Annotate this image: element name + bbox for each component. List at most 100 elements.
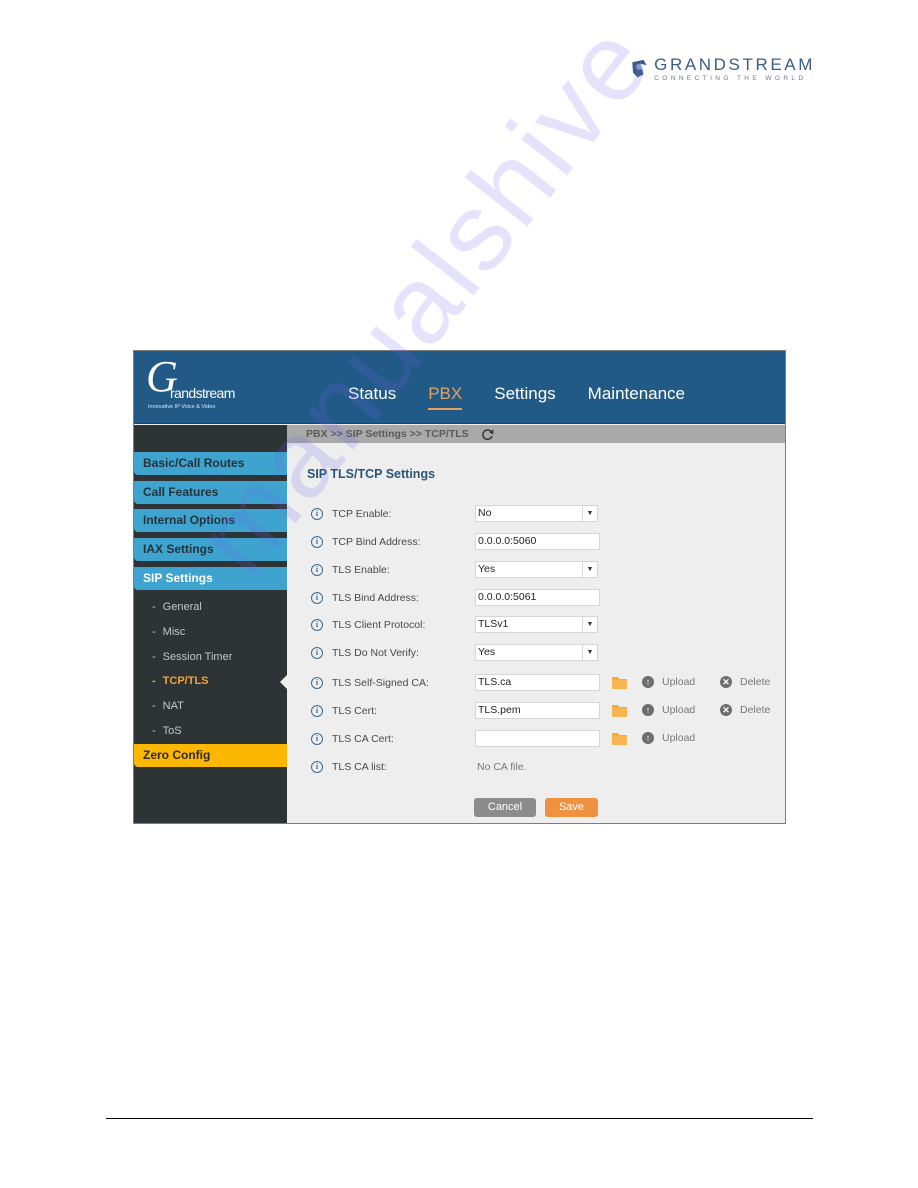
- tls-enable-select[interactable]: Yes ▼: [475, 561, 598, 578]
- cancel-button[interactable]: Cancel: [474, 798, 536, 817]
- subitem-label: General: [162, 601, 202, 613]
- tcp-bind-address-input[interactable]: 0.0.0.0:5060: [475, 533, 600, 550]
- info-icon[interactable]: i: [311, 733, 323, 745]
- upload-icon: ↑: [642, 676, 654, 688]
- field-row-tls-self-signed-ca: i TLS Self-Signed CA: TLS.ca ↑ Upload ✕ De…: [311, 674, 781, 694]
- upload-icon: ↑: [642, 732, 654, 744]
- field-row-tcp-enable: i TCP Enable: No ▼: [311, 505, 781, 525]
- upload-label: Upload: [662, 704, 696, 716]
- sidebar-subitem-tcp-tls[interactable]: - TCP/TLS: [152, 675, 209, 687]
- tls-cert-input[interactable]: TLS.pem: [475, 702, 600, 719]
- delete-label: Delete: [740, 704, 771, 716]
- top-header: G randstream Innovative IP Voice & Video…: [134, 351, 785, 424]
- grandstream-brand-logo: GRANDSTREAM CONNECTING THE WORLD: [630, 52, 815, 86]
- chevron-down-icon[interactable]: ▼: [582, 506, 597, 521]
- subitem-label: NAT: [162, 700, 184, 712]
- folder-icon[interactable]: [612, 704, 627, 717]
- delete-button[interactable]: ✕ Delete: [720, 676, 770, 688]
- field-row-tls-bind-address: i TLS Bind Address: 0.0.0.0:5061: [311, 589, 781, 609]
- chevron-down-icon[interactable]: ▼: [582, 617, 597, 632]
- tls-ca-cert-input[interactable]: [475, 730, 600, 747]
- info-icon[interactable]: i: [311, 536, 323, 548]
- subitem-label: TCP/TLS: [162, 675, 209, 687]
- info-icon[interactable]: i: [311, 619, 323, 631]
- folder-icon[interactable]: [612, 732, 627, 745]
- field-row-tls-client-protocol: i TLS Client Protocol: TLSv1 ▼: [311, 616, 781, 636]
- delete-label: Delete: [740, 676, 771, 688]
- field-label: TLS CA Cert:: [332, 733, 394, 745]
- upload-label: Upload: [662, 676, 696, 688]
- refresh-icon[interactable]: [481, 428, 494, 441]
- field-label: TLS Bind Address:: [332, 592, 419, 604]
- sidebar-subitem-session-timer[interactable]: - Session Timer: [152, 651, 232, 663]
- dash-glyph: -: [152, 601, 156, 613]
- info-icon[interactable]: i: [311, 564, 323, 576]
- dash-glyph: -: [152, 700, 156, 712]
- field-label: TLS Enable:: [332, 564, 390, 576]
- tls-ca-list-value: No CA file.: [477, 761, 527, 773]
- app-logo: G randstream Innovative IP Voice & Video: [146, 355, 236, 415]
- select-value: TLSv1: [478, 618, 509, 630]
- grandstream-logo-icon: [632, 59, 647, 78]
- info-icon[interactable]: i: [311, 677, 323, 689]
- footer-divider: [106, 1118, 813, 1119]
- field-row-tls-ca-cert: i TLS CA Cert: ↑ Upload: [311, 730, 781, 750]
- dash-glyph: -: [152, 725, 156, 737]
- chevron-down-icon[interactable]: ▼: [582, 562, 597, 577]
- active-item-pointer: [280, 675, 287, 689]
- subitem-label: ToS: [162, 725, 182, 737]
- upload-button[interactable]: ↑ Upload: [642, 704, 695, 716]
- nav-settings[interactable]: Settings: [494, 384, 555, 404]
- field-label: TLS Do Not Verify:: [332, 647, 419, 659]
- dash-glyph: -: [152, 651, 156, 663]
- info-icon[interactable]: i: [311, 705, 323, 717]
- nav-pbx[interactable]: PBX: [428, 384, 463, 410]
- sidebar-subitem-misc[interactable]: - Misc: [152, 626, 185, 638]
- subitem-label: Misc: [162, 626, 186, 638]
- save-button[interactable]: Save: [545, 798, 598, 817]
- field-label: TLS Self-Signed CA:: [332, 677, 429, 689]
- logo-subtitle: Innovative IP Voice & Video: [148, 404, 216, 410]
- upload-button[interactable]: ↑ Upload: [642, 732, 695, 744]
- field-row-tls-enable: i TLS Enable: Yes ▼: [311, 561, 781, 581]
- delete-button[interactable]: ✕ Delete: [720, 704, 770, 716]
- info-icon[interactable]: i: [311, 647, 323, 659]
- folder-icon[interactable]: [612, 676, 627, 689]
- info-icon[interactable]: i: [311, 592, 323, 604]
- field-row-tls-ca-list: i TLS CA list: No CA file.: [311, 758, 781, 778]
- tcp-enable-select[interactable]: No ▼: [475, 505, 598, 522]
- select-value: Yes: [478, 563, 496, 575]
- sidebar-item-basic-call-routes[interactable]: Basic/Call Routes: [134, 452, 287, 475]
- sidebar-item-sip-settings[interactable]: SIP Settings: [134, 567, 287, 590]
- field-row-tcp-bind-address: i TCP Bind Address: 0.0.0.0:5060: [311, 533, 781, 553]
- field-label: TLS Client Protocol:: [332, 619, 426, 631]
- tls-client-protocol-select[interactable]: TLSv1 ▼: [475, 616, 598, 633]
- upload-button[interactable]: ↑ Upload: [642, 676, 695, 688]
- brand-tagline: CONNECTING THE WORLD: [654, 74, 807, 82]
- ucm-web-ui-screenshot: G randstream Innovative IP Voice & Video…: [133, 350, 786, 824]
- sidebar: Basic/Call Routes Call Features Internal…: [134, 425, 287, 823]
- sidebar-item-iax-settings[interactable]: IAX Settings: [134, 538, 287, 561]
- delete-icon: ✕: [720, 704, 732, 716]
- select-value: Yes: [478, 646, 496, 658]
- sidebar-subitem-general[interactable]: - General: [152, 601, 202, 613]
- sidebar-subitem-nat[interactable]: - NAT: [152, 700, 184, 712]
- tls-bind-address-input[interactable]: 0.0.0.0:5061: [475, 589, 600, 606]
- field-label: TCP Bind Address:: [332, 536, 421, 548]
- nav-maintenance[interactable]: Maintenance: [588, 384, 685, 404]
- info-icon[interactable]: i: [311, 508, 323, 520]
- sidebar-item-call-features[interactable]: Call Features: [134, 481, 287, 504]
- info-icon[interactable]: i: [311, 761, 323, 773]
- tls-do-not-verify-select[interactable]: Yes ▼: [475, 644, 598, 661]
- field-label: TLS Cert:: [332, 705, 377, 717]
- select-value: No: [478, 507, 492, 519]
- tls-self-signed-ca-input[interactable]: TLS.ca: [475, 674, 600, 691]
- field-row-tls-cert: i TLS Cert: TLS.pem ↑ Upload ✕ Delete: [311, 702, 781, 722]
- nav-status[interactable]: Status: [348, 384, 396, 404]
- sidebar-subitem-tos[interactable]: - ToS: [152, 725, 182, 737]
- sidebar-item-internal-options[interactable]: Internal Options: [134, 509, 287, 532]
- chevron-down-icon[interactable]: ▼: [582, 645, 597, 660]
- main-nav: Status PBX Settings Maintenance: [348, 384, 717, 410]
- breadcrumb-bar: PBX >> SIP Settings >> TCP/TLS: [287, 425, 785, 443]
- sidebar-item-zero-config[interactable]: Zero Config: [134, 744, 287, 767]
